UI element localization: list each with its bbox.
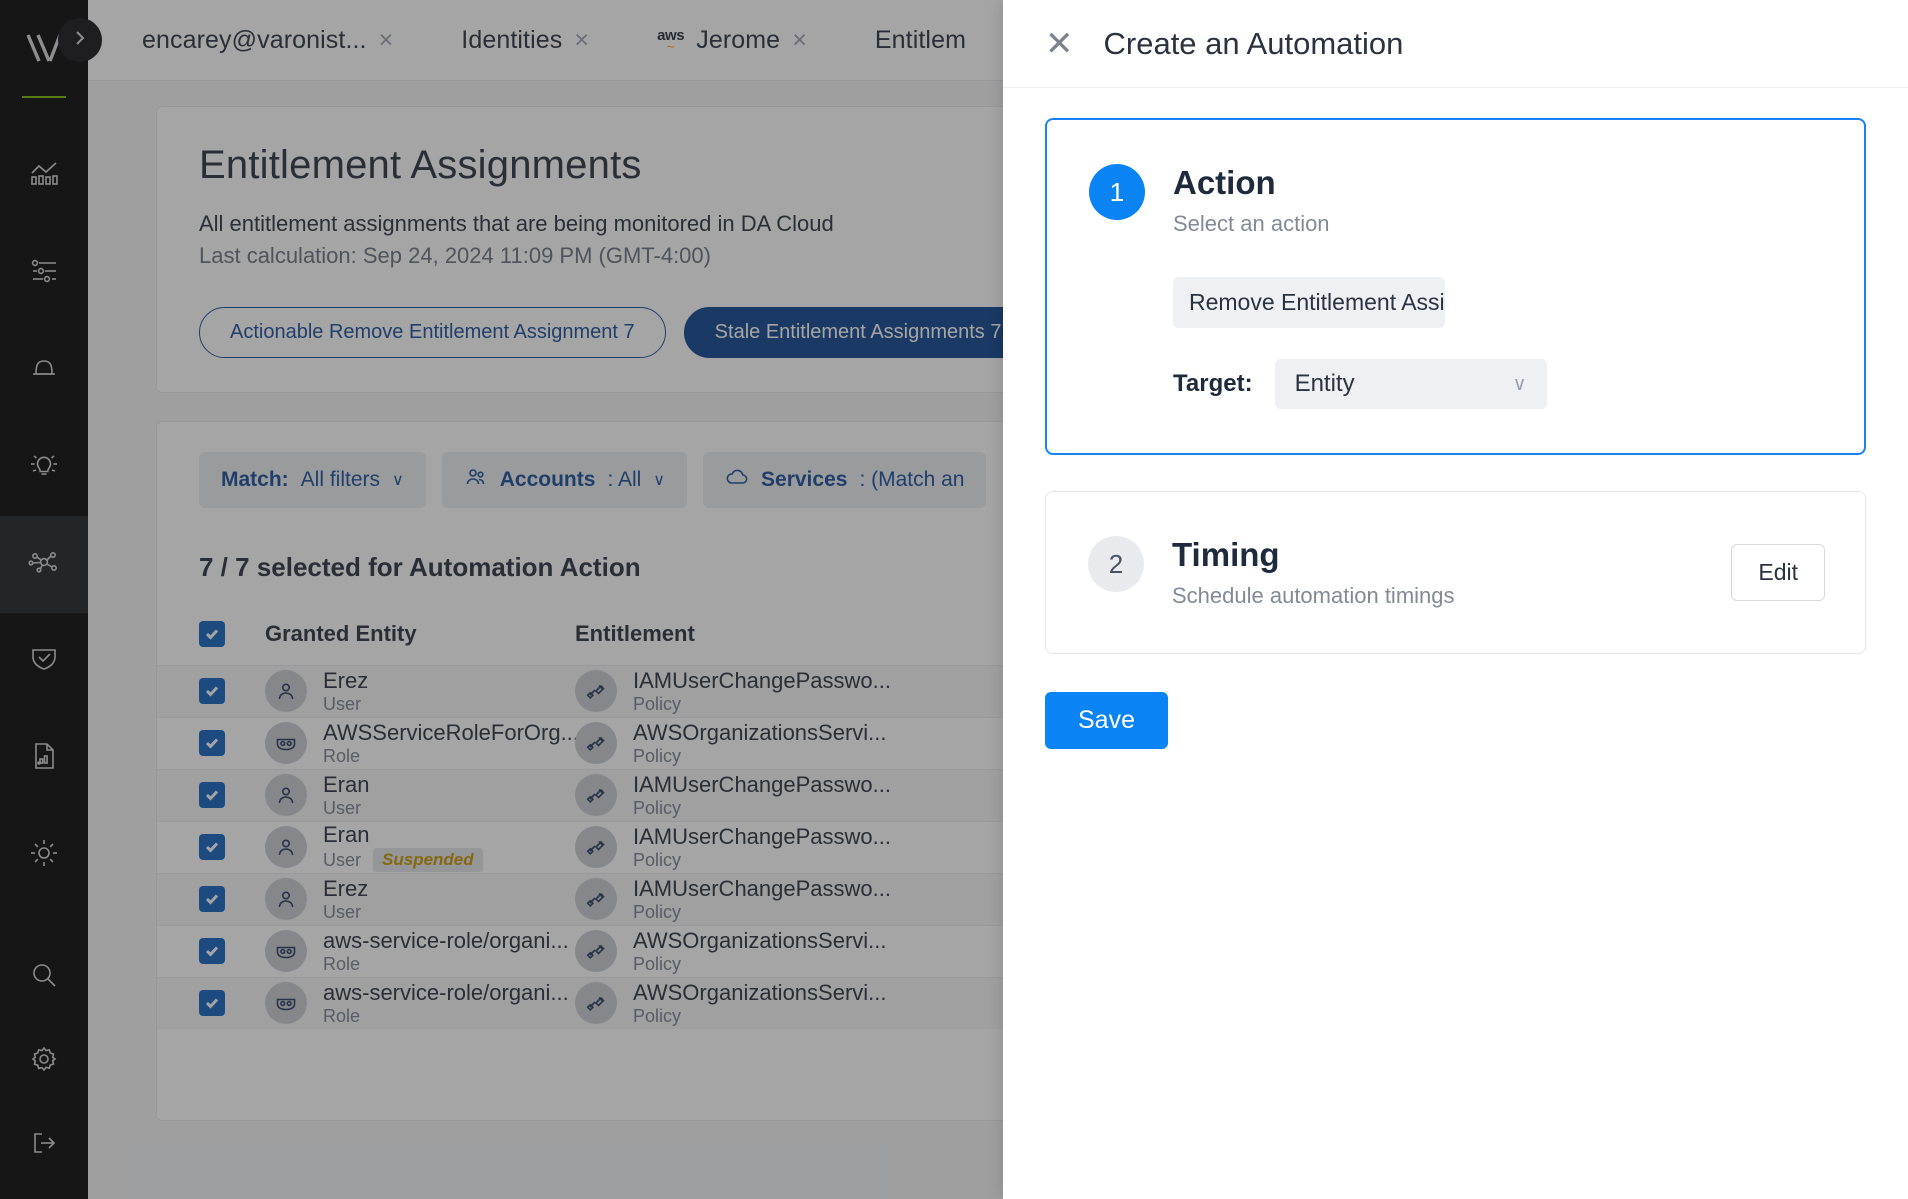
drawer-title: Create an Automation <box>1103 25 1404 61</box>
edit-timing-button[interactable]: Edit <box>1731 544 1825 601</box>
step-number-badge: 2 <box>1088 536 1144 592</box>
target-select[interactable]: Entity ∨ <box>1274 359 1547 409</box>
step-number-badge: 1 <box>1089 164 1145 220</box>
target-label: Target: <box>1173 370 1253 397</box>
step-subtitle: Schedule automation timings <box>1172 583 1455 608</box>
step-title: Action <box>1173 164 1276 201</box>
step-timing: 2 Timing Schedule automation timings Edi… <box>1045 491 1866 654</box>
drawer-body: 1 Action Select an action Remove Entitle… <box>1003 88 1908 749</box>
action-type-chip[interactable]: Remove Entitlement Assignment <box>1173 277 1445 328</box>
step-subtitle: Select an action <box>1173 211 1330 236</box>
drawer-header: ✕ Create an Automation <box>1003 0 1908 88</box>
save-button[interactable]: Save <box>1045 692 1168 749</box>
target-row: Target: Entity ∨ <box>1173 359 1547 409</box>
target-selected-value: Entity <box>1294 370 1355 397</box>
chevron-down-icon: ∨ <box>1512 373 1527 395</box>
step-action: 1 Action Select an action Remove Entitle… <box>1045 118 1866 455</box>
create-automation-drawer: ✕ Create an Automation 1 Action Select a… <box>1003 0 1908 1199</box>
close-icon[interactable]: ✕ <box>1045 27 1074 61</box>
step-title: Timing <box>1172 536 1280 573</box>
